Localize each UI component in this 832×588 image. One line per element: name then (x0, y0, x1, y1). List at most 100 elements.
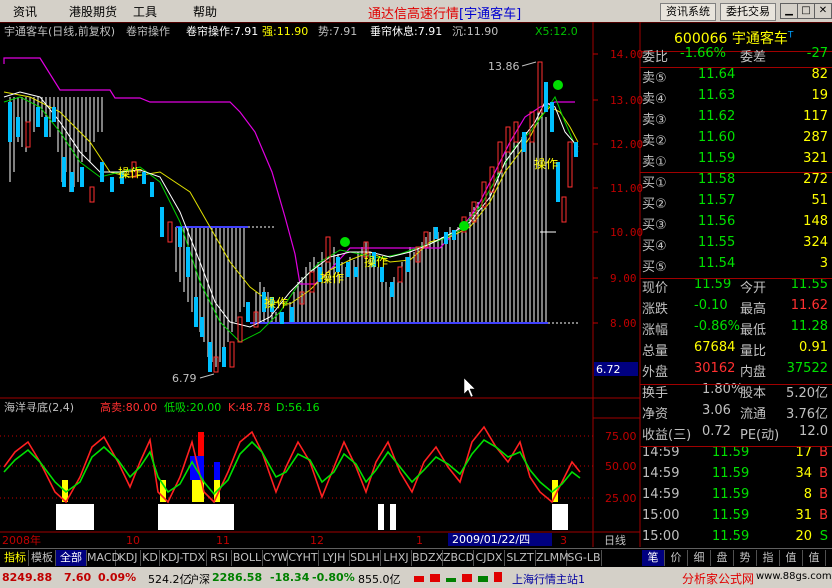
quote-tab[interactable]: 势 (734, 550, 757, 566)
y-tick: 8.00 (610, 317, 637, 330)
stat2-label: 收益(三) (642, 428, 692, 443)
indicator-tab[interactable]: SLZT (505, 550, 536, 566)
bid-row: 买⑤ 11.54 3 (642, 256, 832, 277)
quote-tab[interactable]: 细 (688, 550, 711, 566)
indicator-tab[interactable]: CJDX (474, 550, 505, 566)
ask-row: 卖⑤ 11.64 82 (642, 67, 832, 88)
op-label: 操作 (320, 270, 344, 285)
high-label: 13.86 (488, 60, 520, 73)
ask-row: 卖① 11.59 321 (642, 151, 832, 172)
app-title-text: 通达信高速行情 (368, 7, 460, 22)
stat-row: 总量 67684 量比 0.91 (642, 340, 832, 361)
y-tick: 11.00 (610, 182, 643, 195)
chg2: -18.34 (270, 571, 310, 584)
quote-tab[interactable]: 价 (665, 550, 688, 566)
separator (640, 384, 832, 385)
signal-dot (553, 80, 563, 90)
x-tick: 3 (560, 534, 567, 547)
ask-price: 11.62 (698, 109, 736, 124)
tick-volume: 20 (795, 529, 812, 544)
bid-label: 买③ (642, 218, 667, 233)
ask-volume: 19 (811, 88, 828, 103)
amt1: 524.2亿 (148, 573, 191, 586)
stat-label: 涨跌 (642, 302, 669, 317)
pct1: 0.09% (98, 571, 137, 584)
chart-area: 14.00 13.00 12.00 11.00 10.00 9.00 8.00 … (0, 22, 832, 565)
tick-side: B (819, 487, 828, 502)
close-icon[interactable]: ✕ (814, 3, 832, 19)
menu-info[interactable]: 资讯 (13, 3, 37, 20)
indicator-tab[interactable]: 模板 (29, 550, 56, 566)
status-bar: 8249.88 7.60 0.09% 524.2亿 沪深 2286.58 -18… (0, 567, 832, 588)
indicator-tab[interactable]: SDLH (350, 550, 381, 566)
separator (640, 446, 832, 447)
quote-tab[interactable]: 指 (757, 550, 780, 566)
chg1: 7.60 (64, 571, 92, 584)
quote-tab[interactable]: 盘 (711, 550, 734, 566)
chart-indicator-name: 卷帘操作 (126, 24, 170, 38)
bid-volume: 272 (803, 172, 828, 187)
indicator-tab[interactable]: ZLMM (536, 550, 569, 566)
stat-value: 37522 (786, 361, 828, 376)
weibi-row: 委比 -1.66% 委差 -27 (642, 46, 832, 67)
indicator-tab[interactable]: KDJ-TDX (160, 550, 207, 566)
weicha-label: 委差 (740, 50, 767, 65)
y-tick: 10.00 (610, 226, 643, 239)
menu-tools[interactable]: 工具 (133, 3, 157, 20)
sub-title: 海洋寻底(2,4) (4, 400, 74, 414)
quote-tab[interactable]: 值 (803, 550, 826, 566)
bid-volume: 3 (819, 256, 828, 271)
ask-price: 11.63 (698, 88, 736, 103)
indicator-tab[interactable]: KD (141, 550, 160, 566)
stat-value: 11.62 (790, 298, 828, 313)
curtain-lines-3 (255, 97, 547, 322)
ind-trend: 势:7.91 (318, 25, 357, 38)
minimize-icon[interactable]: ▁ (780, 3, 798, 19)
indicator-tab[interactable]: LYJH (319, 550, 350, 566)
quote-tab[interactable]: 值 (780, 550, 803, 566)
maximize-icon[interactable]: □ (797, 3, 815, 19)
y-tick: 12.00 (610, 138, 643, 151)
indicator-tab[interactable]: SG-LB (567, 550, 602, 566)
indicator-tab[interactable]: MACD (87, 550, 120, 566)
trade-button[interactable]: 委托交易 (720, 3, 776, 21)
tick-side: B (819, 445, 828, 460)
stat2-value: 3.76亿 (786, 407, 828, 422)
stat-value: -0.86% (694, 319, 740, 334)
tick-row: 15:00 11.59 20 S (642, 529, 832, 550)
indicator-tab[interactable]: ZBCD (443, 550, 474, 566)
tick-row: 14:59 11.59 34 B (642, 466, 832, 487)
indicator-tab[interactable]: BDZX (412, 550, 443, 566)
indicator-tab[interactable]: KDJ (116, 550, 141, 566)
ask-row: 卖④ 11.63 19 (642, 88, 832, 109)
ask-volume: 287 (803, 130, 828, 145)
server-name[interactable]: 上海行情主站1 (512, 571, 585, 587)
indicator-tab[interactable]: CYHT (288, 550, 319, 566)
menu-help[interactable]: 帮助 (193, 3, 217, 20)
separator (640, 172, 832, 173)
signal-dot (340, 237, 350, 247)
info-system-button[interactable]: 资讯系统 (660, 3, 716, 21)
indicator-tab[interactable]: BOLL (232, 550, 263, 566)
stat-label: 总量 (642, 344, 669, 359)
indicator-tab[interactable]: CYW (263, 550, 288, 566)
sub-d: D:56.16 (276, 401, 320, 414)
ind-sink: 沉:11.90 (452, 25, 498, 38)
indicator-tab[interactable]: LHXJ (381, 550, 412, 566)
indicator-tab[interactable]: 指标 (2, 550, 29, 566)
k-line (3, 425, 581, 504)
x-tick: 1 (416, 534, 423, 547)
sub-gaomai: 高卖:80.00 (100, 400, 157, 414)
brand-url: www.88gs.com (756, 571, 832, 582)
y-tick: 13.00 (610, 94, 643, 107)
menu-hk-futures[interactable]: 港股期货 (69, 3, 117, 20)
weibi-label: 委比 (642, 50, 669, 65)
indicator-tab[interactable]: RSI (207, 550, 232, 566)
ind-strong: 强:11.90 (262, 25, 308, 38)
stat-label: 涨幅 (642, 323, 669, 338)
bid-price: 11.55 (698, 235, 736, 250)
app-subtitle: [宇通客车] (459, 7, 522, 22)
quote-tab[interactable]: 笔 (642, 550, 665, 566)
indicator-tab[interactable]: 全部 (56, 550, 87, 566)
stat-row: 涨跌 -0.10 最高 11.62 (642, 298, 832, 319)
